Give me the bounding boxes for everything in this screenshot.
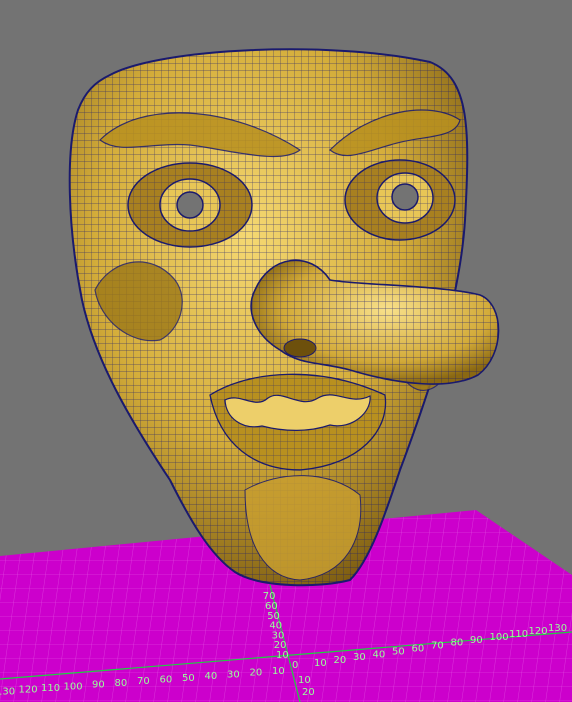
grid-x-negative-label: 120 xyxy=(19,685,38,696)
grid-origin-label: 0 xyxy=(292,660,298,671)
3d-viewport[interactable]: 0 10 20 30 40 50 60 70 80 90 100 110 120 130 10 20 30 40 5… xyxy=(0,0,572,702)
grid-z-positive-label: 20 xyxy=(302,687,315,698)
grid-x-negative-label: 10 xyxy=(272,666,285,677)
grid-x-positive-label: 80 xyxy=(451,638,464,649)
grid-x-negative-label: 130 xyxy=(0,686,15,697)
grid-x-negative-label: 60 xyxy=(160,675,173,686)
grid-z-negative-label: 70 xyxy=(263,591,276,602)
grid-x-positive-label: 90 xyxy=(470,635,483,646)
grid-x-negative-label: 20 xyxy=(250,668,263,679)
grid-x-positive-label: 40 xyxy=(373,649,386,660)
grid-x-negative-label: 80 xyxy=(115,678,128,689)
grid-x-negative-label: 70 xyxy=(137,676,150,687)
grid-x-positive-label: 60 xyxy=(412,644,425,655)
grid-x-positive-label: 100 xyxy=(490,632,509,643)
grid-z-positive-label: 10 xyxy=(298,675,311,686)
grid-x-negative-label: 110 xyxy=(41,683,60,694)
grid-x-positive-label: 20 xyxy=(334,655,347,666)
eye-hole-left xyxy=(176,191,204,219)
eye-hole-right xyxy=(391,183,419,211)
grid-x-negative-label: 50 xyxy=(182,673,195,684)
grid-x-positive-label: 30 xyxy=(353,652,366,663)
grid-x-negative-label: 40 xyxy=(205,671,218,682)
nostril xyxy=(283,338,317,358)
grid-x-negative-label: 30 xyxy=(227,669,240,680)
grid-z-negative-label: 30 xyxy=(272,630,285,641)
grid-z-negative-label: 50 xyxy=(267,611,280,622)
grid-x-positive-label: 130 xyxy=(548,623,567,634)
grid-x-positive-label: 50 xyxy=(392,646,405,657)
grid-x-negative-label: 100 xyxy=(64,681,83,692)
tengu-mask-model[interactable] xyxy=(68,48,500,587)
grid-z-negative-label: 20 xyxy=(274,640,287,651)
grid-x-positive-label: 120 xyxy=(529,626,548,637)
viewport-scene: 0 10 20 30 40 50 60 70 80 90 100 110 120 130102030405… xyxy=(0,48,572,702)
grid-x-positive-label: 70 xyxy=(431,641,444,652)
grid-z-negative-label: 60 xyxy=(265,601,278,612)
grid-x-positive-label: 110 xyxy=(509,629,528,640)
grid-x-negative-label: 90 xyxy=(92,680,105,691)
grid-x-positive-label: 10 xyxy=(314,658,327,669)
grid-z-negative-label: 10 xyxy=(276,650,289,661)
grid-z-negative-label: 40 xyxy=(269,621,282,632)
